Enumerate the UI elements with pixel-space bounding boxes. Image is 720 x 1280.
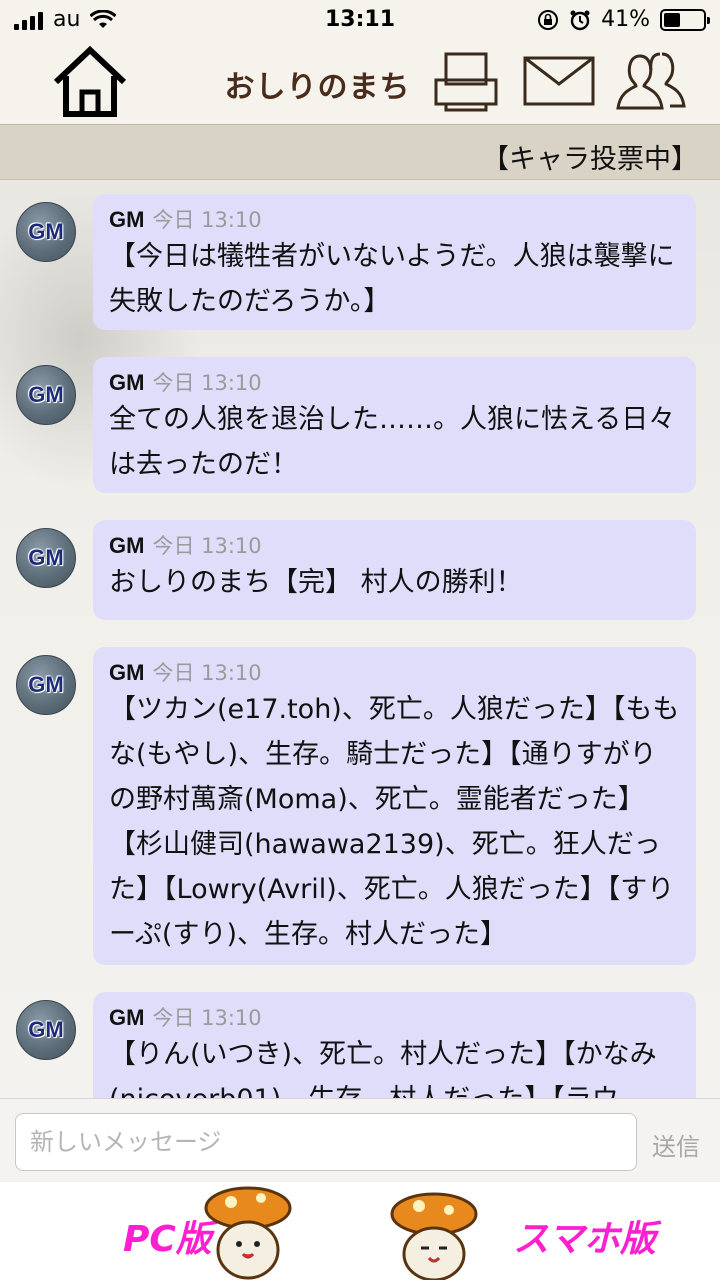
- avatar[interactable]: GM: [16, 1000, 76, 1060]
- alarm-icon: [570, 10, 590, 30]
- pc-version-link[interactable]: PC版: [123, 1210, 212, 1262]
- avatar[interactable]: GM: [16, 202, 76, 262]
- message-bubble: GM 今日 13:10 【ツカン(e17.toh)、死亡。人狼だった】【ももな(も…: [93, 647, 696, 965]
- mail-button[interactable]: [522, 50, 596, 114]
- battery-icon: [660, 8, 710, 31]
- orientation-lock-icon: [538, 9, 559, 30]
- users-icon: [616, 52, 686, 110]
- message-time: 今日 13:10: [152, 1006, 262, 1030]
- version-banner: PC版 スマホ版: [0, 1182, 720, 1280]
- message-input[interactable]: [15, 1113, 637, 1171]
- status-right: 41%: [537, 7, 710, 32]
- avatar[interactable]: GM: [16, 528, 76, 588]
- page-title: おしりのまち: [224, 70, 411, 105]
- message-compose-bar: 送信: [0, 1098, 720, 1182]
- send-button[interactable]: 送信: [652, 1127, 700, 1162]
- mail-icon: [523, 56, 595, 106]
- message-bubble: GM 今日 13:10 おしりのまち【完】 村人の勝利！: [93, 520, 696, 620]
- mushroom-mascot-icon: [204, 1186, 292, 1280]
- message-bubble: GM 今日 13:10 【今日は犠牲者がいないようだ。人狼は襲撃に失敗したのだろう…: [93, 194, 696, 330]
- message-bubble: GM 今日 13:10 【りん(いつき)、死亡。村人だった】【かなみ(nicove…: [93, 992, 696, 1098]
- mushroom-mascot-icon: [390, 1192, 478, 1280]
- smartphone-version-link[interactable]: スマホ版: [513, 1210, 656, 1262]
- message-text: 【ツカン(e17.toh)、死亡。人狼だった】【ももな(もやし)、生存。騎士だっ…: [109, 694, 680, 950]
- sender-name: GM: [109, 207, 145, 232]
- battery-percent: 41%: [601, 7, 650, 32]
- sender-name: GM: [109, 370, 145, 395]
- status-banner: 【キャラ投票中】: [0, 124, 720, 180]
- sender-name: GM: [109, 660, 145, 685]
- message-time: 今日 13:10: [152, 371, 262, 395]
- message-bubble: GM 今日 13:10 全ての人狼を退治した……。人狼に怯える日々は去ったのだ！: [93, 357, 696, 493]
- home-icon: [53, 45, 127, 117]
- chat-log[interactable]: GM GM 今日 13:10 【今日は犠牲者がいないようだ。人狼は襲撃に失敗したの…: [0, 180, 720, 1098]
- avatar[interactable]: GM: [16, 365, 76, 425]
- vote-status-label[interactable]: 【キャラ投票中】: [482, 137, 698, 176]
- banner-inner: PC版 スマホ版: [53, 1182, 667, 1280]
- members-button[interactable]: [614, 50, 688, 114]
- message-text: 全ての人狼を退治した……。人狼に怯える日々は去ったのだ！: [109, 404, 676, 480]
- message-text: 【りん(いつき)、死亡。村人だった】【かなみ(nicoverb01)、生存。村人…: [109, 1039, 657, 1098]
- avatar[interactable]: GM: [16, 655, 76, 715]
- sender-name: GM: [109, 1005, 145, 1030]
- printer-button[interactable]: [432, 50, 500, 114]
- battery-fill: [664, 12, 680, 27]
- message-time: 今日 13:10: [152, 208, 262, 232]
- status-bar: au 13:11 41%: [0, 0, 720, 40]
- sender-name: GM: [109, 533, 145, 558]
- message-time: 今日 13:10: [152, 661, 262, 685]
- printer-icon: [434, 52, 498, 112]
- app-header: おしりのまち: [0, 40, 720, 124]
- message-text: 【今日は犠牲者がいないようだ。人狼は襲撃に失敗したのだろうか。】: [109, 241, 675, 317]
- home-button[interactable]: [52, 45, 128, 118]
- message-text: おしりのまち【完】 村人の勝利！: [109, 567, 523, 598]
- message-time: 今日 13:10: [152, 534, 262, 558]
